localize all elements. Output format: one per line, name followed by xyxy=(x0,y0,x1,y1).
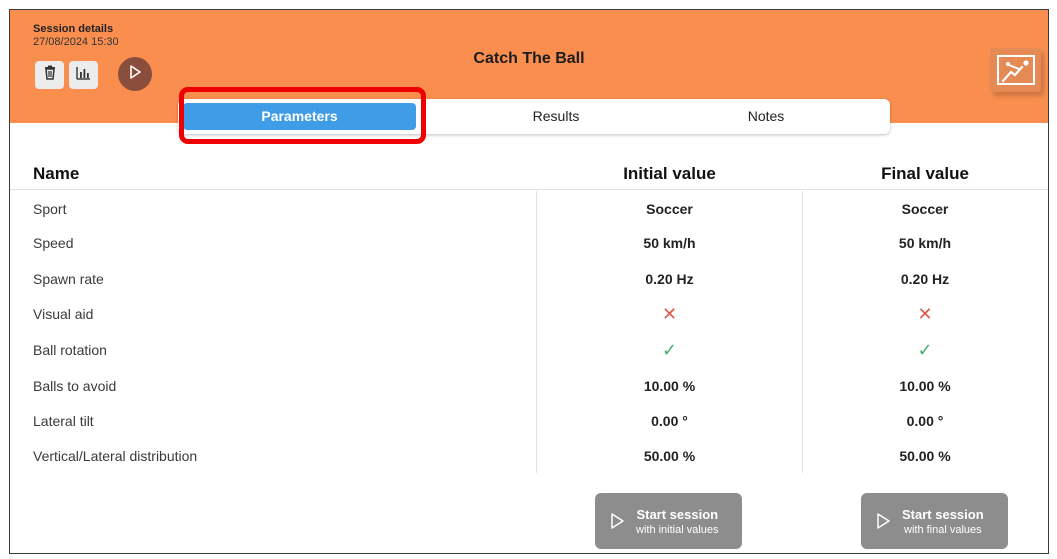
final-value: 50.00 % xyxy=(899,448,951,464)
final-value: 10.00 % xyxy=(899,378,951,394)
trash-icon xyxy=(43,65,57,85)
final-value: 0.20 Hz xyxy=(900,271,950,287)
table-row: Sport Soccer Soccer xyxy=(10,191,1048,227)
param-name: Visual aid xyxy=(33,306,94,322)
param-name: Ball rotation xyxy=(33,342,107,358)
app-window: Session details 27/08/2024 15:30 Catch T… xyxy=(9,9,1049,554)
tab-bar: Parameters Results Notes xyxy=(178,99,890,134)
start-session-sublabel: with final values xyxy=(904,523,982,536)
column-header-name: Name xyxy=(33,164,80,183)
tab-parameters[interactable]: Parameters xyxy=(183,103,416,130)
param-name: Lateral tilt xyxy=(33,413,94,429)
check-icon: ✓ xyxy=(917,340,933,360)
column-header-final: Final value xyxy=(881,164,969,183)
start-session-sublabel: with initial values xyxy=(636,523,719,536)
param-name: Speed xyxy=(33,235,74,251)
table-row: Spawn rate 0.20 Hz 0.20 Hz xyxy=(10,261,1048,297)
initial-value: 0.20 Hz xyxy=(645,271,694,287)
start-session-initial-button[interactable]: Start session with initial values xyxy=(595,493,742,549)
final-value: Soccer xyxy=(901,201,949,217)
table-row: Speed 50 km/h 50 km/h xyxy=(10,225,1048,261)
play-icon xyxy=(872,510,894,532)
start-session-label: Start session xyxy=(902,506,984,522)
final-value: 0.00 ° xyxy=(906,413,944,429)
catch-ball-logo-icon xyxy=(990,48,1041,92)
bar-chart-icon xyxy=(76,66,91,85)
cross-icon: ✕ xyxy=(661,304,678,324)
column-header-initial: Initial value xyxy=(623,164,716,183)
param-name: Balls to avoid xyxy=(33,378,117,394)
session-details-label: Session details xyxy=(33,23,114,35)
table-row: Ball rotation ✓ ✓ xyxy=(10,332,1048,368)
initial-value: 0.00 ° xyxy=(651,413,688,429)
cross-icon: ✕ xyxy=(917,304,933,324)
tab-results[interactable]: Results xyxy=(456,99,656,134)
start-session-final-button[interactable]: Start session with final values xyxy=(861,493,1008,549)
session-date: 27/08/2024 15:30 xyxy=(33,36,119,48)
initial-value: Soccer xyxy=(646,201,693,217)
table-row: Visual aid ✕ ✕ xyxy=(10,296,1048,332)
table-row: Balls to avoid 10.00 % 10.00 % xyxy=(10,368,1048,404)
table-row: Vertical/Lateral distribution 50.00 % 50… xyxy=(10,438,1048,474)
param-name: Vertical/Lateral distribution xyxy=(33,448,198,464)
table-row: Lateral tilt 0.00 ° 0.00 ° xyxy=(10,403,1048,439)
start-session-label: Start session xyxy=(636,506,719,522)
final-value: 50 km/h xyxy=(898,235,952,251)
initial-value: 50.00 % xyxy=(643,448,696,464)
page-title: Catch The Ball xyxy=(473,50,585,67)
initial-value: 50 km/h xyxy=(643,235,696,251)
check-icon: ✓ xyxy=(661,340,678,360)
table-header: Name Initial value Final value xyxy=(10,160,1048,190)
param-name: Spawn rate xyxy=(33,271,104,287)
tab-notes[interactable]: Notes xyxy=(666,99,866,134)
param-name: Sport xyxy=(33,201,67,217)
play-icon xyxy=(606,510,628,532)
initial-value: 10.00 % xyxy=(643,378,696,394)
